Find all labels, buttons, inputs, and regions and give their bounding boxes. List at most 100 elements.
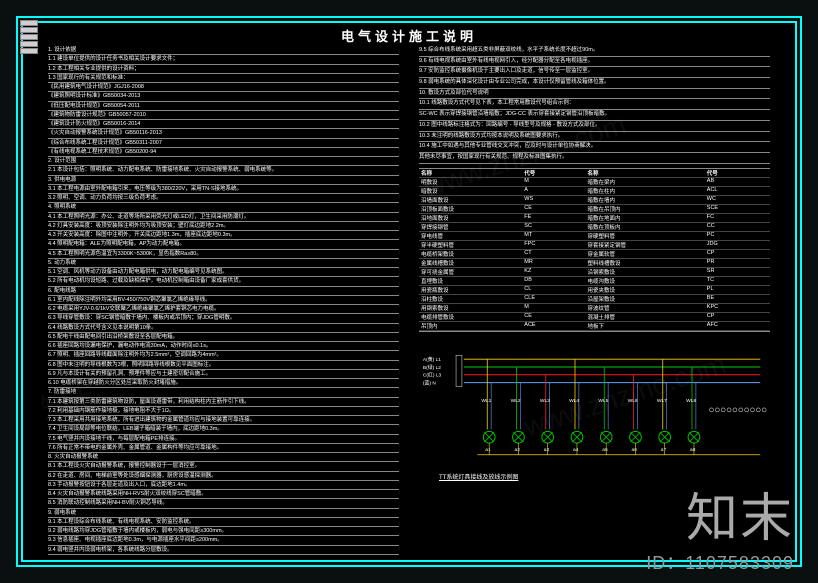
spec-column-right: 9.5 综合布线系统采用超五类非屏蔽双绞线，水平子系统长度不超过90m。9.6 …: [419, 46, 770, 555]
spec-line: 《建筑照明设计标准》GB50034-2013: [48, 92, 399, 101]
svg-text:WL1: WL1: [481, 398, 491, 404]
drawing-title: 电气设计施工说明: [341, 26, 477, 45]
svg-text:a1: a1: [485, 446, 491, 452]
spec-line: 8. 火灾自动报警系统: [48, 453, 399, 462]
spec-line: 5. 动力系统: [48, 259, 399, 268]
spec-line: 《有线电视系统工程技术规范》GB50200-94: [48, 148, 399, 157]
spec-line: 10.2 图中线路标注格式为：回路编号 - 导线型号及规格 - 敷设方式及部位。: [419, 121, 770, 132]
spec-line: 《火灾自动报警系统设计规范》GB50116-2013: [48, 129, 399, 138]
svg-text:WL3: WL3: [540, 398, 550, 404]
code-table-row: 穿焊接钢管SC暗敷在顶板内CC: [419, 223, 770, 232]
spec-line: 《综合布线系统工程设计规范》GB50311-2007: [48, 139, 399, 148]
svg-text:WL8: WL8: [686, 398, 696, 404]
svg-text:WL7: WL7: [657, 398, 667, 404]
code-table-row: 穿电线管MT穿硬塑料管PC: [419, 232, 770, 241]
spec-line: 6.2 电缆采用YJV-0.6/1kV交联聚乙烯绝缘聚氯乙烯护套铜芯电力电缆。: [48, 305, 399, 314]
spec-line: 7.1 本建筑按第三类防雷建筑物设防，屋面设避雷带，利用结构柱内主筋作引下线。: [48, 398, 399, 407]
spec-line: 6.7 照明、插座回路导线截面除注明外均为2.5mm²，空调回路为4mm²。: [48, 351, 399, 360]
spec-line: 4.3 开关安装高度：除图中注明外，开关底边距地1.3m，插座底边距地0.3m。: [48, 231, 399, 240]
svg-text:C(红) L3: C(红) L3: [423, 371, 442, 378]
spec-line: 8.3 手动报警按钮设于各层走道及出入口，底边距地1.4m。: [48, 481, 399, 490]
svg-text:B(绿) L2: B(绿) L2: [423, 363, 441, 370]
spec-line: SC-WC 表示穿焊接钢管沿墙暗敷；JDG-CC 表示穿套接紧定钢管沿顶板暗敷。: [419, 110, 770, 121]
spec-line: 6.3 导线穿管敷设：穿SC钢管暗敷于墙内、楼板内或吊顶内；穿JDG管明敷。: [48, 314, 399, 323]
spec-line: 2.1 本设计包括：照明系统、动力配电系统、防雷接地系统、火灾自动报警系统、弱电…: [48, 166, 399, 175]
svg-text:WL2: WL2: [511, 398, 521, 404]
spec-line: 6.9 凡与本设计有关的预留孔洞、预埋件等应与土建密切配合施工。: [48, 370, 399, 379]
spec-line: 10.3 未注明的线路敷设方式均按本说明及系统图要求执行。: [419, 132, 770, 143]
spec-line: 1.3 国家现行的有关规范和标准：: [48, 74, 399, 83]
spec-line: 9.2 弱电线路均穿JDG管暗敷于墙内或楼板内，弱电与强电间距≥300mm。: [48, 527, 399, 536]
code-table-row: 沿地面敷设FE暗敷在地面内FC: [419, 214, 770, 223]
spec-line: 3. 供电电源: [48, 176, 399, 185]
svg-text:a5: a5: [602, 446, 608, 452]
code-table-row: 直埋敷设DB电缆沟敷设TC: [419, 277, 770, 286]
spec-line: 1. 设计依据: [48, 46, 399, 55]
spec-line: 7.3 本工程采用共用接地系统，所有进出建筑物的金属管道均应与接地装置可靠连接。: [48, 416, 399, 425]
spec-line: 7.4 卫生间设局部等电位联结，LEB端子箱暗装于墙内，底边距地0.3m。: [48, 425, 399, 434]
code-table-row: 用钢索敷设M穿波纹管KPC: [419, 304, 770, 313]
spec-line: 7.2 利用基础内钢筋作接地极，接地电阻不大于1Ω。: [48, 407, 399, 416]
spec-line: 9.3 信息插座、电视插座底边距地0.3m，与电源插座水平间距≥200mm。: [48, 536, 399, 545]
code-table-row: 电缆桥架敷设CT穿金属软管CP: [419, 250, 770, 259]
spec-line: 4.4 照明配电箱：ALE为照明配电箱，AP为动力配电箱。: [48, 240, 399, 249]
spec-line: 8.5 消防联动控制线路采用NH-BV耐火铜芯导线。: [48, 499, 399, 508]
spec-line: 6.5 配电干线由配电间引出沿桥架敷设至各层配电箱。: [48, 333, 399, 342]
svg-text:a7: a7: [661, 446, 667, 452]
spec-line: 9. 弱电系统: [48, 509, 399, 518]
svg-text:a3: a3: [544, 446, 550, 452]
spec-line: 9.8 弱电系统的具体深化设计由专业公司完成，本设计仅预留管线及箱体位置。: [419, 78, 770, 89]
wiring-svg: A(黄) L1B(绿) L2C(红) L3(蓝) NWL1a1WL2a2WL3a…: [419, 340, 770, 470]
spec-line: 8.2 在走道、房间、电梯前室等处设感烟探测器，厨房设感温探测器。: [48, 472, 399, 481]
spec-line: 4.1 本工程照明光源：办公、走道等场所采用荧光灯或LED灯，卫生间采用防潮灯。: [48, 213, 399, 222]
spec-line: 《低压配电设计规范》GB50054-2011: [48, 102, 399, 111]
spec-line: 《建筑设计防火规范》GB50016-2014: [48, 120, 399, 129]
wiring-example-diagram: A(黄) L1B(绿) L2C(红) L3(蓝) NWL1a1WL2a2WL3a…: [419, 340, 770, 470]
spec-line: 6. 配电线路: [48, 287, 399, 296]
code-table-row: 暗敷设A暗敷在柱内ACL: [419, 187, 770, 196]
drawing-frame: 电气设计施工说明 1. 设计依据1.1 建设单位提供的设计任务书及相关设计要求文…: [16, 16, 802, 567]
code-table-row: 沿柱敷设CLE沿屋架敷设BE: [419, 295, 770, 304]
spec-line: 6.6 插座回路均设漏电保护，漏电动作电流30mA，动作时间≤0.1s。: [48, 342, 399, 351]
spec-line: 5.1 空调、风机等动力设备由动力配电箱供电，动力配电箱编号见系统图。: [48, 268, 399, 277]
spec-line: 6.1 室内配线除注明外均采用BV-450/750V铜芯聚氯乙烯绝缘导线。: [48, 296, 399, 305]
titleblock-marks: [20, 20, 38, 54]
spec-line: 1.1 建设单位提供的设计任务书及相关设计要求文件；: [48, 55, 399, 64]
code-table-header: 名称代号名称代号: [419, 169, 770, 178]
spec-line: 4.2 灯具安装高度：吸顶安装除注明外均为吸顶安装；壁灯底边距地2.2m。: [48, 222, 399, 231]
spec-line: 3.1 本工程电源由室外配电箱引来，电压等级为380/220V，采用TN-S接地…: [48, 185, 399, 194]
spec-line: 9.1 本工程设综合布线系统、有线电视系统、安防监控系统。: [48, 518, 399, 527]
spec-line: 2. 设计范围: [48, 157, 399, 166]
code-table-row: 电缆排管敷设CE混凝土排管CP: [419, 313, 770, 322]
code-table-row: 穿半硬塑料管FPC穿套接紧定钢管JDG: [419, 241, 770, 250]
wiring-caption: TT系统灯具接线及放线示例图: [419, 472, 770, 481]
content-columns: 1. 设计依据1.1 建设单位提供的设计任务书及相关设计要求文件；1.2 本工程…: [48, 46, 770, 555]
spec-column-left: 1. 设计依据1.1 建设单位提供的设计任务书及相关设计要求文件；1.2 本工程…: [48, 46, 399, 555]
spec-line: 9.4 弱电竖井内设弱电桥架，各系统线路分层敷设。: [48, 546, 399, 555]
code-table-row: 用瓷瓶敷设CL用瓷夹敷设PL: [419, 286, 770, 295]
spec-line: 9.6 有线电视系统由室外有线电视网引入，经分配器分配至各电视插座。: [419, 57, 770, 68]
spec-line: 9.7 安防监控系统摄像机设于主要出入口及走道，信号传至一层监控室。: [419, 67, 770, 78]
spec-line: 6.4 线路敷设方式代号含义见本说明第10条。: [48, 324, 399, 333]
spec-line: 10.4 施工中如遇与其他专业管线交叉冲突，应及时与设计单位协商解决。: [419, 142, 770, 153]
spec-line: 《民用建筑电气设计规范》JGJ16-2008: [48, 83, 399, 92]
svg-text:a6: a6: [632, 446, 638, 452]
spec-line: 6.10 电缆桥架在穿越防火分区处应采取防火封堵措施。: [48, 379, 399, 388]
svg-text:WL6: WL6: [628, 398, 638, 404]
svg-text:WL5: WL5: [598, 398, 608, 404]
svg-text:a8: a8: [690, 446, 696, 452]
svg-text:WL4: WL4: [569, 398, 579, 404]
svg-text:a4: a4: [573, 446, 579, 452]
spec-line: 8.4 火灾自动报警系统线路采用NH-RVS耐火双绞线穿SC管暗敷。: [48, 490, 399, 499]
spec-line: 7. 防雷接地: [48, 388, 399, 397]
spec-line: 7.5 电气竖井内设接地干线，与每层配电箱PE排连接。: [48, 435, 399, 444]
spec-line: 9.5 综合布线系统采用超五类非屏蔽双绞线，水平子系统长度不超过90m。: [419, 46, 770, 57]
spec-line: 4. 照明系统: [48, 203, 399, 212]
spec-line: 《建筑物防雷设计规范》GB50057-2010: [48, 111, 399, 120]
spec-line: 7.6 所有正常不带电的金属外壳、金属管道、金属构件等均应可靠接地。: [48, 444, 399, 453]
code-table-row: 沿顶板面敷设CE暗敷在吊顶内SCE: [419, 205, 770, 214]
spec-line: 6.8 图中未注明的导线根数为3根，照明回路导线根数见平面图标注。: [48, 361, 399, 370]
spec-line: 1.2 本工程相关专业提供的设计资料；: [48, 65, 399, 74]
spec-line: 4.5 本工程照明光源色温宜为3300K~5300K，显色指数Ra≥80。: [48, 250, 399, 259]
spec-line: 8.1 本工程设火灾自动报警系统，报警控制器设于一层消控室。: [48, 462, 399, 471]
